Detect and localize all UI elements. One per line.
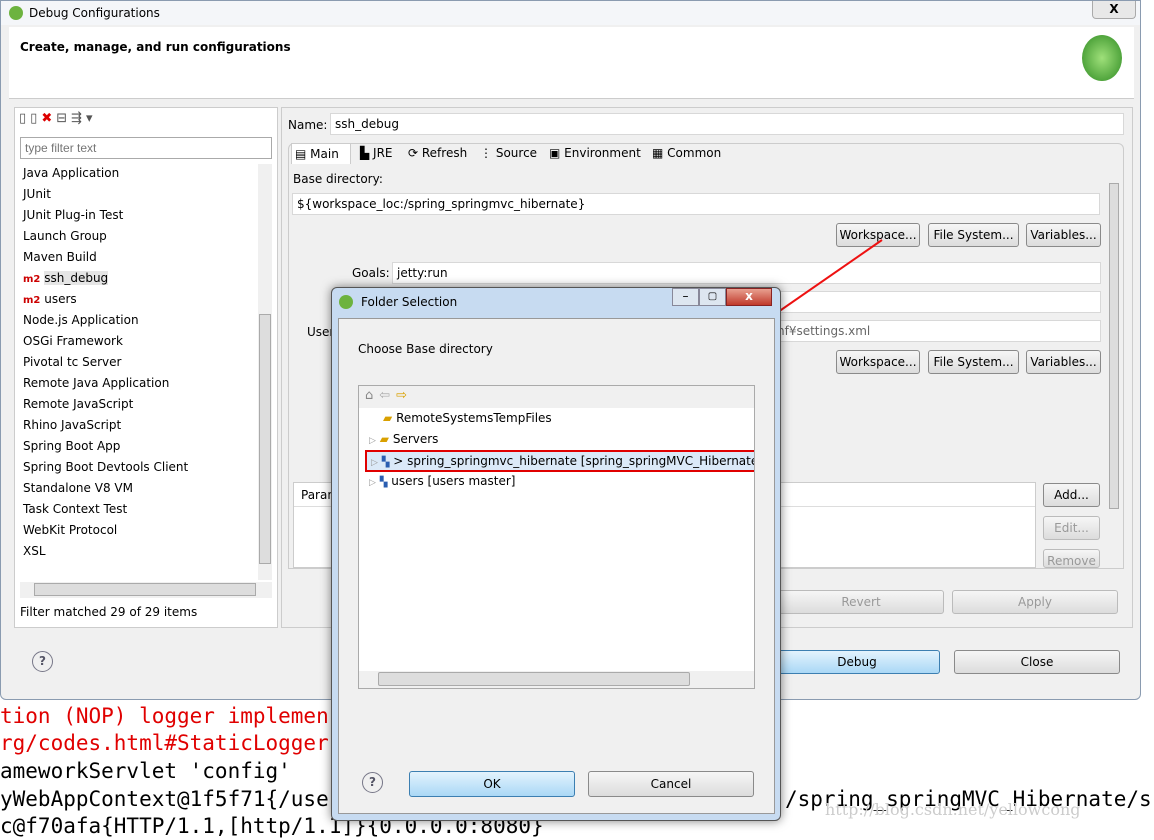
folder-icon: ▰ [379, 432, 389, 446]
help-icon[interactable]: ? [362, 772, 383, 793]
maximize-button[interactable]: ▢ [699, 288, 726, 306]
tree-item-selected[interactable]: ▷ ▚ > spring_springmvc_hibernate [spring… [365, 450, 754, 472]
tree-horizontal-scrollbar[interactable] [359, 671, 754, 688]
ok-button[interactable]: OK [409, 771, 575, 797]
home-icon[interactable]: ⌂ [365, 388, 379, 403]
tree-item[interactable]: ▷ ▚ users [users master] [369, 471, 515, 492]
folder-dialog-title: Folder Selection [361, 295, 458, 309]
prompt-label: Choose Base directory [358, 342, 493, 356]
expand-icon[interactable]: ▷ [369, 436, 376, 446]
back-icon[interactable]: ⇦ [379, 388, 396, 403]
tree-item[interactable]: ▷ ▰ Servers [369, 429, 438, 450]
tree-item[interactable]: ▰ RemoteSystemsTempFiles [383, 408, 552, 429]
folder-dialog-body: Choose Base directory ⌂⇦⇨ ▰ RemoteSystem… [338, 318, 775, 814]
close-button[interactable]: x [726, 288, 772, 306]
cancel-button[interactable]: Cancel [588, 771, 754, 797]
spring-icon [339, 295, 353, 309]
maven-project-icon: ▚ [381, 457, 390, 468]
maven-project-icon: ▚ [379, 477, 388, 488]
folder-icon: ▰ [383, 411, 393, 425]
minimize-button[interactable]: – [672, 288, 699, 306]
tree-toolbar: ⌂⇦⇨ [359, 386, 754, 408]
expand-icon[interactable]: ▷ [371, 458, 378, 468]
forward-icon[interactable]: ⇨ [396, 388, 413, 403]
folder-selection-dialog: Folder Selection – ▢ x Choose Base direc… [331, 287, 781, 821]
expand-icon[interactable]: ▷ [369, 478, 376, 488]
folder-tree: ⌂⇦⇨ ▰ RemoteSystemsTempFiles ▷ ▰ Servers… [358, 385, 755, 689]
